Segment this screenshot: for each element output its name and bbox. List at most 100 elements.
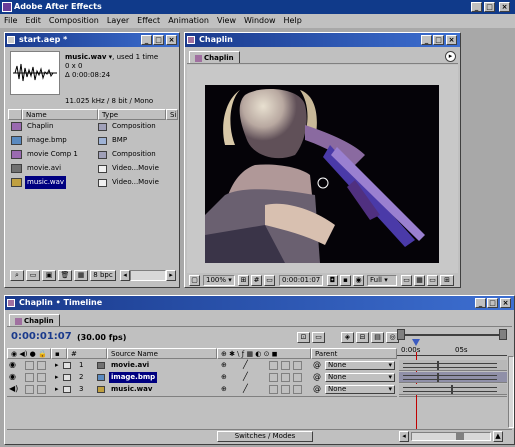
expand-arrow-icon[interactable]: ▸ bbox=[55, 384, 59, 395]
pickwhip-icon[interactable]: @ bbox=[313, 384, 321, 395]
maximize-button[interactable]: □ bbox=[484, 2, 495, 12]
column-header-source-name[interactable]: Source Name bbox=[107, 348, 217, 359]
layer-switch-box-3[interactable] bbox=[293, 373, 302, 382]
layer-switch-quality[interactable]: ⊕ bbox=[221, 384, 227, 395]
project-item-label-swatch[interactable] bbox=[98, 123, 107, 131]
layer-switch-quality[interactable]: ⊕ bbox=[221, 360, 227, 371]
layer-track[interactable] bbox=[399, 360, 507, 371]
layer-switch-box-3[interactable] bbox=[293, 361, 302, 370]
transparency-grid-button[interactable]: ▦ bbox=[414, 275, 425, 286]
layer-track[interactable] bbox=[399, 384, 507, 395]
menu-layer[interactable]: Layer bbox=[103, 14, 133, 28]
new-comp-button[interactable]: ▣ bbox=[42, 270, 56, 281]
timeline-minimize-button[interactable]: _ bbox=[475, 298, 486, 308]
always-preview-button[interactable]: ▢ bbox=[189, 275, 200, 286]
snapshot-button[interactable]: ◘ bbox=[327, 275, 338, 286]
layer-switch-box-2[interactable] bbox=[281, 373, 290, 382]
find-button[interactable]: ⌕ bbox=[10, 270, 24, 281]
region-of-interest-button[interactable]: ▭ bbox=[401, 275, 412, 286]
project-item[interactable]: image.bmp BMP bbox=[8, 134, 178, 148]
navigator-end-handle[interactable] bbox=[499, 329, 507, 340]
menu-composition[interactable]: Composition bbox=[45, 14, 103, 28]
timeline-layer-row[interactable]: ◉ ▸ 1 movie.avi ⊕ ╱ @ None ▾ bbox=[7, 360, 400, 371]
comp-close-button[interactable]: × bbox=[446, 35, 457, 45]
layer-duration-bar[interactable] bbox=[403, 387, 497, 392]
menu-animation[interactable]: Animation bbox=[164, 14, 213, 28]
project-close-button[interactable]: × bbox=[166, 35, 177, 45]
draft-3d-button[interactable]: ◈ bbox=[341, 332, 354, 343]
column-header-size[interactable]: Si bbox=[166, 109, 178, 120]
project-item-label-swatch[interactable] bbox=[98, 165, 107, 173]
expand-arrow-icon[interactable]: ▸ bbox=[55, 360, 59, 371]
expand-arrow-icon[interactable]: ▸ bbox=[55, 372, 59, 383]
solo-toggle[interactable] bbox=[25, 361, 34, 370]
layer-label-swatch[interactable] bbox=[63, 374, 71, 381]
layer-out-point-handle[interactable] bbox=[437, 361, 439, 370]
layer-switch-pen[interactable]: ╱ bbox=[243, 360, 248, 371]
live-update-button[interactable]: ▭ bbox=[312, 332, 325, 343]
flowchart-button[interactable]: ▦ bbox=[74, 270, 88, 281]
menu-effect[interactable]: Effect bbox=[133, 14, 164, 28]
minimize-button[interactable]: _ bbox=[471, 2, 482, 12]
layer-switch-box-2[interactable] bbox=[281, 385, 290, 394]
project-horizontal-scrollbar[interactable] bbox=[130, 270, 166, 281]
layer-label-swatch[interactable] bbox=[63, 362, 71, 369]
column-header-type[interactable]: Type bbox=[98, 109, 166, 120]
layer-switch-box-3[interactable] bbox=[293, 385, 302, 394]
layer-switch-quality[interactable]: ⊕ bbox=[221, 372, 227, 383]
parent-dropdown[interactable]: None ▾ bbox=[325, 361, 395, 370]
parent-dropdown[interactable]: None ▾ bbox=[325, 385, 395, 394]
project-item[interactable]: movie Comp 1 Composition bbox=[8, 148, 178, 162]
parent-dropdown[interactable]: None ▾ bbox=[325, 373, 395, 382]
pickwhip-icon[interactable]: @ bbox=[313, 360, 321, 371]
solo-toggle[interactable] bbox=[25, 385, 34, 394]
video-toggle-icon[interactable]: ◉ bbox=[9, 372, 16, 383]
close-button[interactable]: × bbox=[499, 2, 510, 12]
project-item[interactable]: Chaplin Composition bbox=[8, 120, 178, 134]
menu-window[interactable]: Window bbox=[240, 14, 280, 28]
channel-button[interactable]: ◉ bbox=[353, 275, 364, 286]
time-ruler[interactable]: 0:00s 05s bbox=[397, 339, 507, 356]
project-item-label-swatch[interactable] bbox=[98, 179, 107, 187]
comp-flowchart-button[interactable]: ⊞ bbox=[440, 275, 454, 286]
project-minimize-button[interactable]: _ bbox=[141, 35, 152, 45]
layer-switch-box-1[interactable] bbox=[269, 385, 278, 394]
trash-button[interactable]: 🗑 bbox=[58, 270, 72, 281]
comp-timecode-field[interactable]: 0:00:01:07 bbox=[279, 275, 323, 286]
time-zoom-slider[interactable] bbox=[411, 432, 491, 441]
menu-help[interactable]: Help bbox=[280, 14, 306, 28]
timeline-vertical-scrollbar[interactable] bbox=[508, 356, 514, 428]
playhead-head[interactable] bbox=[412, 339, 420, 346]
timeline-maximize-button[interactable]: □ bbox=[487, 298, 498, 308]
menu-file[interactable]: File bbox=[0, 14, 21, 28]
layer-track[interactable] bbox=[399, 372, 507, 383]
layer-label-swatch[interactable] bbox=[63, 386, 71, 393]
shy-button[interactable]: ⊟ bbox=[356, 332, 369, 343]
grid-button[interactable]: # bbox=[251, 275, 262, 286]
tab-chaplin-comp[interactable]: Chaplin bbox=[189, 51, 240, 63]
layer-switch-pen[interactable]: ╱ bbox=[243, 384, 248, 395]
zoom-out-time-button[interactable]: ◂ bbox=[399, 431, 409, 442]
zoom-in-time-button[interactable]: ▲ bbox=[493, 431, 503, 442]
comp-maximize-button[interactable]: □ bbox=[433, 35, 444, 45]
comp-minimize-button[interactable]: _ bbox=[421, 35, 432, 45]
scroll-left-button[interactable]: ◂ bbox=[120, 270, 130, 281]
layer-switch-box-2[interactable] bbox=[281, 361, 290, 370]
layer-duration-bar[interactable] bbox=[403, 375, 497, 380]
layer-out-point-handle[interactable] bbox=[451, 385, 453, 394]
project-maximize-button[interactable]: □ bbox=[153, 35, 164, 45]
timeline-close-button[interactable]: × bbox=[500, 298, 511, 308]
column-header-av-features[interactable]: ◉ ◀) ● 🔒 bbox=[7, 348, 51, 359]
lock-toggle[interactable] bbox=[37, 361, 46, 370]
audio-toggle-icon[interactable]: ◀) bbox=[9, 384, 18, 395]
pickwhip-icon[interactable]: @ bbox=[313, 372, 321, 383]
navigator-start-handle[interactable] bbox=[397, 329, 405, 340]
layer-duration-bar[interactable] bbox=[403, 363, 497, 368]
timeline-layer-row[interactable]: ◉ ▸ 2 image.bmp ⊕ ╱ @ None ▾ bbox=[7, 372, 400, 383]
current-time-display[interactable]: 0:00:01:07 bbox=[11, 331, 72, 342]
column-header-switches[interactable]: ⊕ ✱ \ ƒ ▦ ◐ ⊙ ◼ bbox=[217, 348, 311, 359]
solo-toggle[interactable] bbox=[25, 373, 34, 382]
layer-out-point-handle[interactable] bbox=[437, 373, 439, 382]
comp-marker-button[interactable]: ⊡ bbox=[297, 332, 310, 343]
show-snapshot-button[interactable]: ▪ bbox=[340, 275, 351, 286]
